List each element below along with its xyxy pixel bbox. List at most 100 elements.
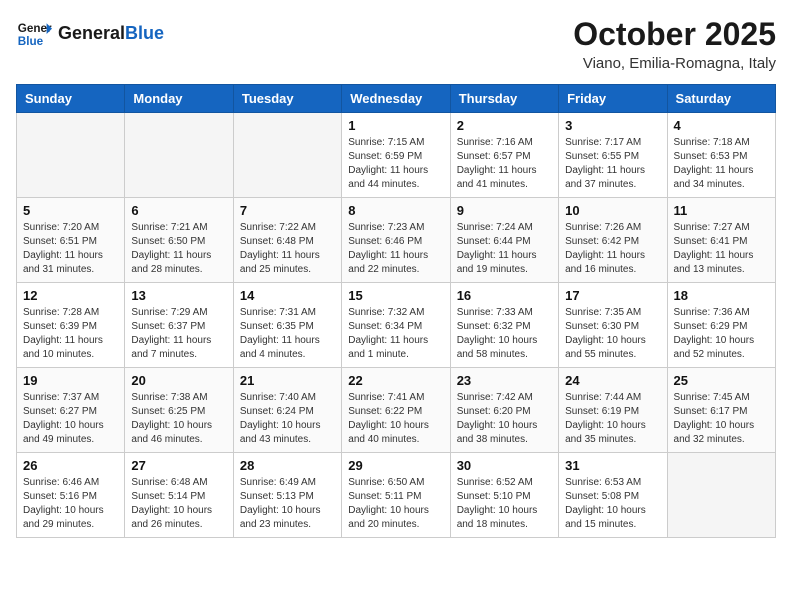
calendar-cell: 8Sunrise: 7:23 AM Sunset: 6:46 PM Daylig…	[342, 198, 450, 283]
calendar-cell: 16Sunrise: 7:33 AM Sunset: 6:32 PM Dayli…	[450, 283, 558, 368]
calendar-week-row: 5 Sunrise: 7:20 AM Sunset: 6:51 PM Daylig…	[17, 198, 776, 283]
calendar-cell: 1 Sunrise: 7:15 AM Sunset: 6:59 PM Daylig…	[342, 113, 450, 198]
day-number: 17	[565, 288, 660, 303]
cell-info: Sunrise: 7:20 AM Sunset: 6:51 PM Dayligh…	[23, 221, 118, 277]
calendar-cell	[17, 113, 125, 198]
day-number: 10	[565, 203, 660, 218]
cell-info: Sunrise: 7:45 AM Sunset: 6:17 PM Dayligh…	[674, 391, 769, 447]
calendar-cell: 17 Sunrise: 7:35 AM Sunset: 6:30 PM Dayli…	[559, 283, 667, 368]
day-number: 18	[674, 288, 769, 303]
day-number: 2	[457, 118, 552, 133]
logo-icon: General Blue	[16, 16, 52, 52]
calendar-cell: 29Sunrise: 6:50 AM Sunset: 5:11 PM Dayli…	[342, 453, 450, 538]
day-number: 1	[348, 118, 443, 133]
logo: General Blue GeneralBlue	[16, 16, 164, 52]
day-number: 20	[131, 373, 226, 388]
cell-info: Sunrise: 7:16 AM Sunset: 6:57 PM Dayligh…	[457, 136, 552, 192]
cell-info: Sunrise: 7:44 AM Sunset: 6:19 PM Dayligh…	[565, 391, 660, 447]
calendar-cell: 24 Sunrise: 7:44 AM Sunset: 6:19 PM Dayli…	[559, 368, 667, 453]
cell-info: Sunrise: 7:29 AM Sunset: 6:37 PM Dayligh…	[131, 306, 226, 362]
day-number: 19	[23, 373, 118, 388]
day-number: 7	[240, 203, 335, 218]
day-number: 14	[240, 288, 335, 303]
calendar-table: SundayMondayTuesdayWednesdayThursdayFrid…	[16, 84, 776, 538]
weekday-header: Monday	[125, 85, 233, 113]
day-number: 8	[348, 203, 443, 218]
day-number: 28	[240, 458, 335, 473]
calendar-cell: 21 Sunrise: 7:40 AM Sunset: 6:24 PM Dayli…	[233, 368, 341, 453]
cell-info: Sunrise: 6:50 AM Sunset: 5:11 PM Dayligh…	[348, 476, 443, 532]
day-number: 21	[240, 373, 335, 388]
calendar-cell: 5 Sunrise: 7:20 AM Sunset: 6:51 PM Daylig…	[17, 198, 125, 283]
calendar-cell: 3 Sunrise: 7:17 AM Sunset: 6:55 PM Daylig…	[559, 113, 667, 198]
cell-info: Sunrise: 6:49 AM Sunset: 5:13 PM Dayligh…	[240, 476, 335, 532]
cell-info: Sunrise: 6:48 AM Sunset: 5:14 PM Dayligh…	[131, 476, 226, 532]
day-number: 27	[131, 458, 226, 473]
weekday-header: Saturday	[667, 85, 775, 113]
calendar-cell: 14 Sunrise: 7:31 AM Sunset: 6:35 PM Dayli…	[233, 283, 341, 368]
calendar-cell: 26Sunrise: 6:46 AM Sunset: 5:16 PM Dayli…	[17, 453, 125, 538]
cell-info: Sunrise: 7:26 AM Sunset: 6:42 PM Dayligh…	[565, 221, 660, 277]
calendar-cell: 25 Sunrise: 7:45 AM Sunset: 6:17 PM Dayli…	[667, 368, 775, 453]
calendar-cell: 2 Sunrise: 7:16 AM Sunset: 6:57 PM Daylig…	[450, 113, 558, 198]
cell-info: Sunrise: 7:40 AM Sunset: 6:24 PM Dayligh…	[240, 391, 335, 447]
cell-info: Sunrise: 7:17 AM Sunset: 6:55 PM Dayligh…	[565, 136, 660, 192]
cell-info: Sunrise: 7:32 AM Sunset: 6:34 PM Dayligh…	[348, 306, 443, 362]
calendar-cell: 6Sunrise: 7:21 AM Sunset: 6:50 PM Daylig…	[125, 198, 233, 283]
day-number: 22	[348, 373, 443, 388]
cell-info: Sunrise: 7:38 AM Sunset: 6:25 PM Dayligh…	[131, 391, 226, 447]
calendar-header-row: SundayMondayTuesdayWednesdayThursdayFrid…	[17, 85, 776, 113]
cell-info: Sunrise: 7:37 AM Sunset: 6:27 PM Dayligh…	[23, 391, 118, 447]
day-number: 11	[674, 203, 769, 218]
day-number: 31	[565, 458, 660, 473]
calendar-week-row: 26Sunrise: 6:46 AM Sunset: 5:16 PM Dayli…	[17, 453, 776, 538]
calendar-cell: 22 Sunrise: 7:41 AM Sunset: 6:22 PM Dayli…	[342, 368, 450, 453]
cell-info: Sunrise: 7:18 AM Sunset: 6:53 PM Dayligh…	[674, 136, 769, 192]
day-number: 16	[457, 288, 552, 303]
cell-info: Sunrise: 7:35 AM Sunset: 6:30 PM Dayligh…	[565, 306, 660, 362]
day-number: 15	[348, 288, 443, 303]
calendar-cell: 10 Sunrise: 7:26 AM Sunset: 6:42 PM Dayli…	[559, 198, 667, 283]
month-title: October 2025	[573, 16, 776, 53]
day-number: 30	[457, 458, 552, 473]
location: Viano, Emilia-Romagna, Italy	[573, 55, 776, 72]
calendar-week-row: 19 Sunrise: 7:37 AM Sunset: 6:27 PM Dayli…	[17, 368, 776, 453]
calendar-cell: 13 Sunrise: 7:29 AM Sunset: 6:37 PM Dayli…	[125, 283, 233, 368]
day-number: 25	[674, 373, 769, 388]
day-number: 24	[565, 373, 660, 388]
cell-info: Sunrise: 7:41 AM Sunset: 6:22 PM Dayligh…	[348, 391, 443, 447]
calendar-cell	[233, 113, 341, 198]
day-number: 13	[131, 288, 226, 303]
calendar-cell: 15 Sunrise: 7:32 AM Sunset: 6:34 PM Dayli…	[342, 283, 450, 368]
cell-info: Sunrise: 6:52 AM Sunset: 5:10 PM Dayligh…	[457, 476, 552, 532]
cell-info: Sunrise: 6:53 AM Sunset: 5:08 PM Dayligh…	[565, 476, 660, 532]
cell-info: Sunrise: 7:42 AM Sunset: 6:20 PM Dayligh…	[457, 391, 552, 447]
svg-text:Blue: Blue	[18, 35, 44, 48]
calendar-cell: 30 Sunrise: 6:52 AM Sunset: 5:10 PM Dayli…	[450, 453, 558, 538]
calendar-cell: 18 Sunrise: 7:36 AM Sunset: 6:29 PM Dayli…	[667, 283, 775, 368]
day-number: 12	[23, 288, 118, 303]
calendar-cell: 7 Sunrise: 7:22 AM Sunset: 6:48 PM Daylig…	[233, 198, 341, 283]
day-number: 3	[565, 118, 660, 133]
day-number: 5	[23, 203, 118, 218]
page-header: General Blue GeneralBlue October 2025 Vi…	[16, 16, 776, 72]
calendar-cell: 11 Sunrise: 7:27 AM Sunset: 6:41 PM Dayli…	[667, 198, 775, 283]
weekday-header: Friday	[559, 85, 667, 113]
title-block: October 2025 Viano, Emilia-Romagna, Ital…	[573, 16, 776, 72]
day-number: 4	[674, 118, 769, 133]
calendar-cell	[667, 453, 775, 538]
day-number: 6	[131, 203, 226, 218]
cell-info: Sunrise: 7:27 AM Sunset: 6:41 PM Dayligh…	[674, 221, 769, 277]
weekday-header: Tuesday	[233, 85, 341, 113]
cell-info: Sunrise: 7:36 AM Sunset: 6:29 PM Dayligh…	[674, 306, 769, 362]
cell-info: Sunrise: 7:22 AM Sunset: 6:48 PM Dayligh…	[240, 221, 335, 277]
calendar-cell: 9 Sunrise: 7:24 AM Sunset: 6:44 PM Daylig…	[450, 198, 558, 283]
calendar-week-row: 12Sunrise: 7:28 AM Sunset: 6:39 PM Dayli…	[17, 283, 776, 368]
cell-info: Sunrise: 7:24 AM Sunset: 6:44 PM Dayligh…	[457, 221, 552, 277]
day-number: 9	[457, 203, 552, 218]
cell-info: Sunrise: 7:31 AM Sunset: 6:35 PM Dayligh…	[240, 306, 335, 362]
cell-info: Sunrise: 7:15 AM Sunset: 6:59 PM Dayligh…	[348, 136, 443, 192]
calendar-cell: 27 Sunrise: 6:48 AM Sunset: 5:14 PM Dayli…	[125, 453, 233, 538]
calendar-week-row: 1 Sunrise: 7:15 AM Sunset: 6:59 PM Daylig…	[17, 113, 776, 198]
calendar-cell: 4 Sunrise: 7:18 AM Sunset: 6:53 PM Daylig…	[667, 113, 775, 198]
